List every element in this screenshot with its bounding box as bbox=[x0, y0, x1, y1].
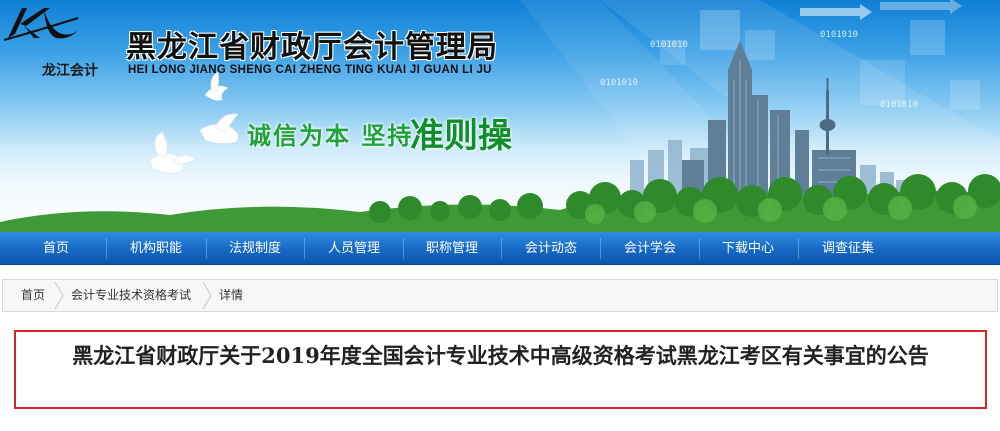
main-nav: 首页 机构职能 法规制度 人员管理 职称管理 会计动态 会计学会 下载中心 调查… bbox=[0, 232, 1000, 265]
nav-item-regulations[interactable]: 法规制度 bbox=[205, 232, 305, 265]
nav-item-titles[interactable]: 职称管理 bbox=[402, 232, 502, 265]
article-title-box: 黑龙江省财政厅关于2019年度全国会计专业技术中高级资格考试黑龙江考区有关事宜的… bbox=[14, 330, 987, 409]
slogan-text: 诚信为本 坚持 bbox=[247, 122, 414, 150]
nav-item-news[interactable]: 会计动态 bbox=[501, 232, 601, 265]
nav-item-survey[interactable]: 调查征集 bbox=[798, 232, 898, 265]
breadcrumb-home[interactable]: 首页 bbox=[21, 280, 45, 311]
binary-decoration: 0101010 bbox=[600, 78, 638, 88]
nav-item-home[interactable]: 首页 bbox=[6, 232, 106, 265]
site-title: 黑龙江省财政厅会计管理局 bbox=[126, 30, 498, 65]
binary-decoration: 0101010 bbox=[820, 30, 858, 40]
site-title-pinyin: HEI LONG JIANG SHENG CAI ZHENG TING KUAI… bbox=[128, 64, 492, 76]
article-title: 黑龙江省财政厅关于2019年度全国会计专业技术中高级资格考试黑龙江考区有关事宜的… bbox=[72, 343, 929, 368]
header-banner: 龙江会计 黑龙江省财政厅会计管理局 HEI LONG JIANG SHENG C… bbox=[0, 0, 1000, 232]
breadcrumb-chevron-icon bbox=[202, 281, 212, 310]
kl-logo-icon bbox=[3, 8, 79, 41]
breadcrumb-current: 详情 bbox=[219, 288, 244, 302]
breadcrumb: 首页 会计专业技术资格考试 详情 bbox=[2, 279, 998, 312]
nav-item-society[interactable]: 会计学会 bbox=[600, 232, 700, 265]
nav-item-personnel[interactable]: 人员管理 bbox=[304, 232, 404, 265]
binary-decoration: 0101010 bbox=[650, 40, 688, 50]
breadcrumb-chevron-icon bbox=[54, 281, 64, 310]
nav-item-downloads[interactable]: 下载中心 bbox=[698, 232, 798, 265]
slogan-highlight: 准则操 bbox=[410, 116, 512, 156]
nav-item-organization[interactable]: 机构职能 bbox=[106, 232, 206, 265]
breadcrumb-exam[interactable]: 会计专业技术资格考试 bbox=[71, 280, 191, 311]
binary-decoration: 0101010 bbox=[880, 100, 918, 110]
logo-text: 龙江会计 bbox=[42, 63, 98, 79]
